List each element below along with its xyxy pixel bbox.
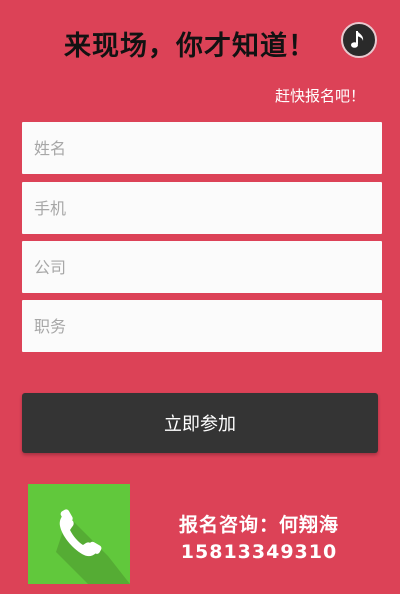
music-note-icon: [351, 31, 364, 48]
register-prompt: 赶快报名吧！: [274, 87, 365, 105]
page-title: 来现场，你才知道！: [64, 31, 316, 62]
call-button[interactable]: [28, 484, 130, 584]
name-field[interactable]: [22, 122, 382, 174]
contact-number: 15813349310: [180, 541, 338, 563]
company-field[interactable]: [22, 241, 382, 293]
contact-label: 报名咨询：何翔海: [178, 514, 339, 536]
contact-info: 报名咨询：何翔海 15813349310: [150, 510, 368, 563]
phone-field[interactable]: [22, 182, 382, 234]
position-field[interactable]: [22, 300, 382, 352]
music-toggle-button[interactable]: [341, 22, 377, 58]
phone-icon: [56, 509, 130, 584]
join-button[interactable]: 立即参加: [22, 393, 378, 453]
